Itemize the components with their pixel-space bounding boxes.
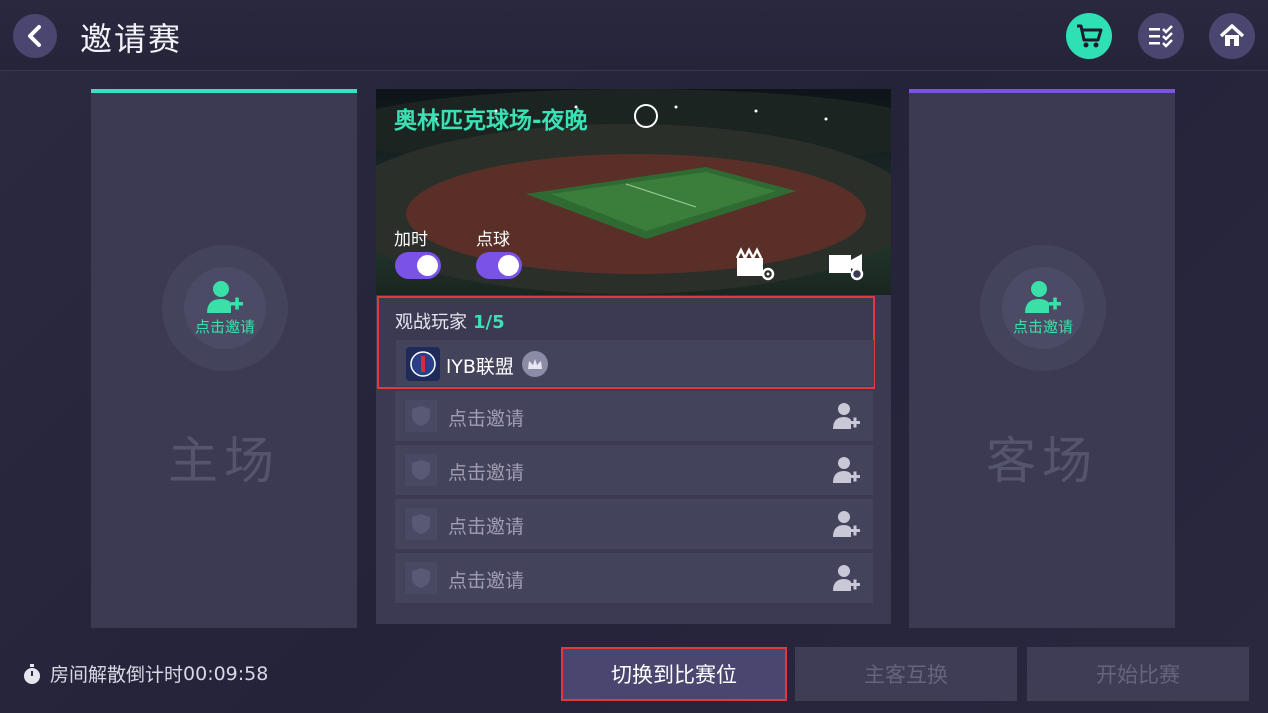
- shield-icon: [405, 454, 437, 486]
- scene-settings-icon[interactable]: [734, 246, 778, 282]
- add-user-icon[interactable]: [833, 564, 861, 592]
- add-user-icon: [1025, 280, 1061, 313]
- slot-invite-label: 点击邀请: [448, 462, 525, 484]
- home-invite-label: 点击邀请: [194, 317, 255, 336]
- club-badge-icon: [410, 351, 436, 377]
- spectator-slot[interactable]: 点击邀请: [395, 499, 873, 549]
- spectator-slot[interactable]: 点击邀请: [395, 553, 873, 603]
- toggle-knob: [498, 255, 519, 276]
- shield-icon: [405, 508, 437, 540]
- home-invite-inner: 点击邀请: [184, 267, 266, 349]
- countdown-label: 房间解散倒计时: [50, 664, 184, 686]
- camera-settings-icon[interactable]: [826, 246, 868, 282]
- spectator-slot[interactable]: 点击邀请: [395, 391, 873, 441]
- spectators-section: 观战玩家 1/5 lYB联盟: [377, 296, 875, 389]
- shield-icon: [405, 562, 437, 594]
- spectators-label: 观战玩家: [395, 312, 467, 333]
- home-team-panel: 点击邀请 主场: [91, 89, 357, 628]
- switch-to-match-slot-button[interactable]: 切换到比赛位: [561, 647, 787, 701]
- shop-button[interactable]: [1066, 13, 1112, 59]
- chevron-left-icon: [28, 25, 41, 47]
- home-invite-button[interactable]: 点击邀请: [162, 245, 288, 371]
- add-user-icon[interactable]: [833, 456, 861, 484]
- spectator-name: lYB联盟: [446, 356, 514, 378]
- page-title: 邀请赛: [80, 20, 183, 58]
- spectators-count: 1/5: [473, 312, 505, 333]
- add-user-icon: [207, 280, 243, 313]
- slot-invite-label: 点击邀请: [448, 570, 525, 592]
- shield-icon: [405, 400, 437, 432]
- swap-home-away-button[interactable]: 主客互换: [795, 647, 1017, 701]
- stadium-preview[interactable]: 奥林匹克球场-夜晚 加时 点球: [376, 89, 891, 295]
- add-user-icon[interactable]: [833, 402, 861, 430]
- extra-time-toggle[interactable]: [395, 252, 441, 279]
- back-button[interactable]: [13, 14, 57, 58]
- avatar: [406, 347, 440, 381]
- task-list-button[interactable]: [1138, 13, 1184, 59]
- checklist-icon: [1149, 25, 1173, 48]
- extra-time-label: 加时: [394, 230, 428, 250]
- stadium-info-icon[interactable]: [634, 104, 658, 128]
- away-invite-button[interactable]: 点击邀请: [980, 245, 1106, 371]
- toggle-knob: [417, 255, 438, 276]
- away-team-panel: 点击邀请 客场: [909, 89, 1175, 628]
- slot-invite-label: 点击邀请: [448, 408, 525, 430]
- cart-icon: [1077, 24, 1103, 48]
- spectators-title: 观战玩家 1/5: [395, 308, 505, 334]
- match-settings-panel: 奥林匹克球场-夜晚 加时 点球 观战玩家 1/5 lYB联盟 点击邀请 点击邀请…: [376, 89, 891, 624]
- home-label: 主场: [168, 432, 280, 490]
- away-invite-inner: 点击邀请: [1002, 267, 1084, 349]
- spectator-slot[interactable]: 点击邀请: [395, 445, 873, 495]
- add-user-icon[interactable]: [833, 510, 861, 538]
- crown-icon: [522, 351, 548, 377]
- start-match-button[interactable]: 开始比赛: [1027, 647, 1249, 701]
- top-bar: 邀请赛: [0, 0, 1268, 71]
- stadium-name: 奥林匹克球场-夜晚: [394, 108, 588, 134]
- away-invite-label: 点击邀请: [1012, 317, 1073, 336]
- stopwatch-icon: [24, 663, 40, 684]
- room-countdown: 房间解散倒计时 00:09:58: [22, 660, 268, 687]
- penalty-toggle[interactable]: [476, 252, 522, 279]
- spectator-row[interactable]: lYB联盟: [396, 340, 874, 386]
- home-button[interactable]: [1209, 13, 1255, 59]
- penalty-label: 点球: [476, 230, 510, 250]
- home-icon: [1219, 24, 1245, 46]
- slot-invite-label: 点击邀请: [448, 516, 525, 538]
- countdown-value: 00:09:58: [183, 662, 269, 685]
- away-label: 客场: [986, 432, 1098, 490]
